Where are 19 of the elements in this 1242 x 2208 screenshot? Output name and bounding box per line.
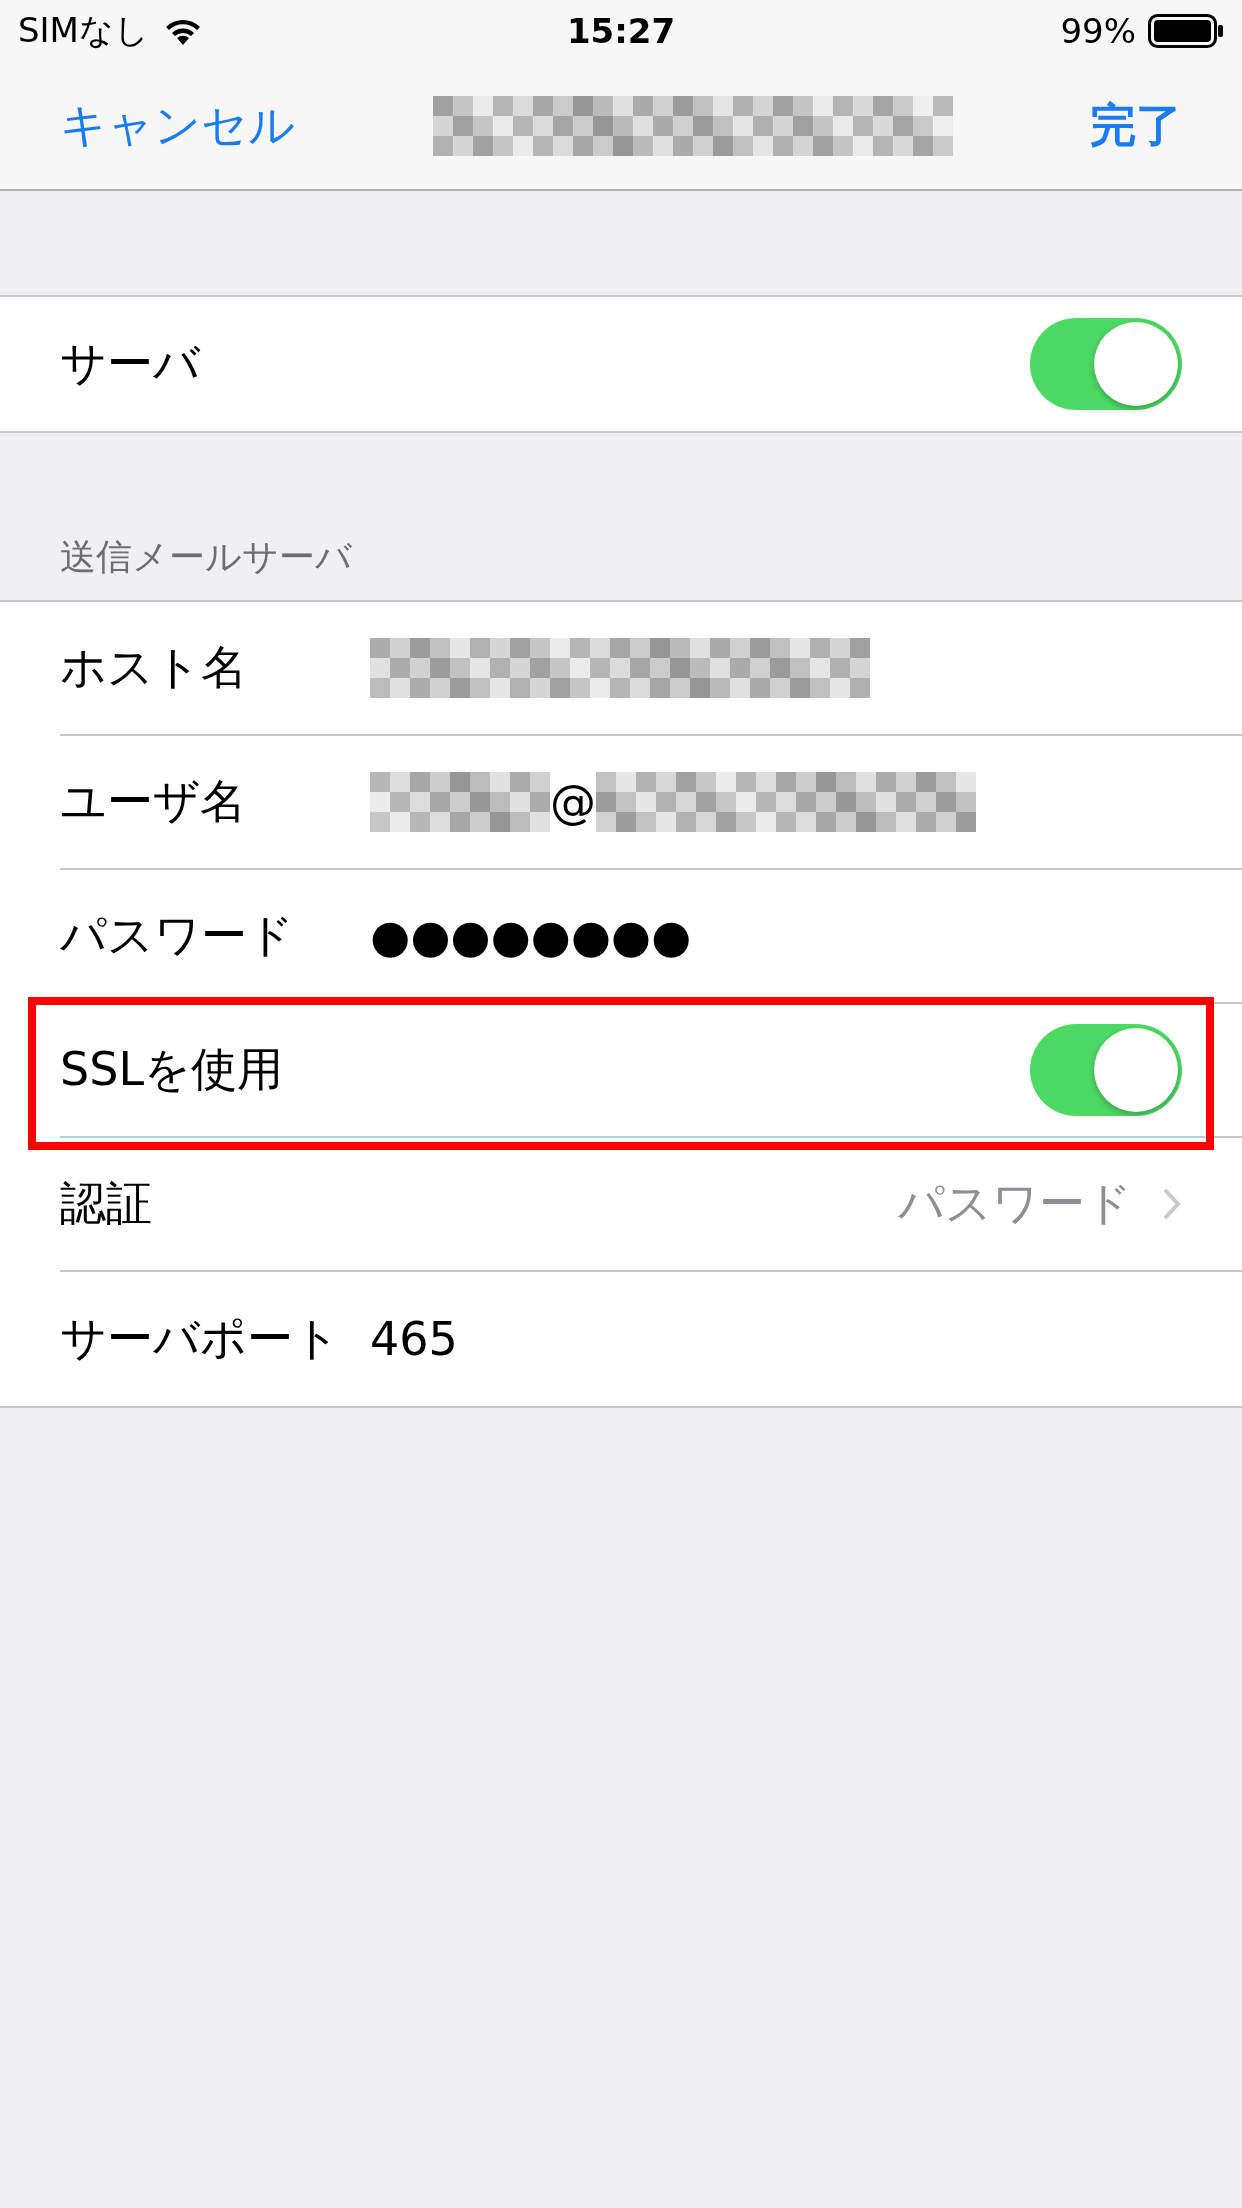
clock-text: 15:27 — [566, 11, 676, 51]
chevron-icon — [1162, 1187, 1182, 1221]
row-label: ホスト名 — [60, 639, 248, 696]
done-button[interactable]: 完了 — [1090, 94, 1182, 157]
carrier-text: SIMなし — [18, 9, 149, 52]
row-label: ユーザ名 — [60, 773, 247, 830]
section-header: 送信メールサーバ — [60, 535, 352, 579]
cancel-button[interactable]: キャンセル — [60, 94, 295, 157]
field-value[interactable]: 465 — [370, 1312, 458, 1366]
battery-icon — [1148, 14, 1224, 48]
battery-percent-text: 99% — [1060, 11, 1136, 51]
server-label: サーバ — [60, 335, 201, 392]
at-sign-text: @ — [550, 775, 596, 829]
row-label: パスワード — [60, 907, 295, 964]
row-label: 認証 — [60, 1175, 153, 1232]
field-value[interactable]: ●●●●●●●● — [370, 909, 692, 963]
row-label: サーバポート — [60, 1310, 340, 1367]
auth-value[interactable]: パスワード — [898, 1173, 1132, 1235]
row-label: SSLを使用 — [60, 1041, 285, 1098]
